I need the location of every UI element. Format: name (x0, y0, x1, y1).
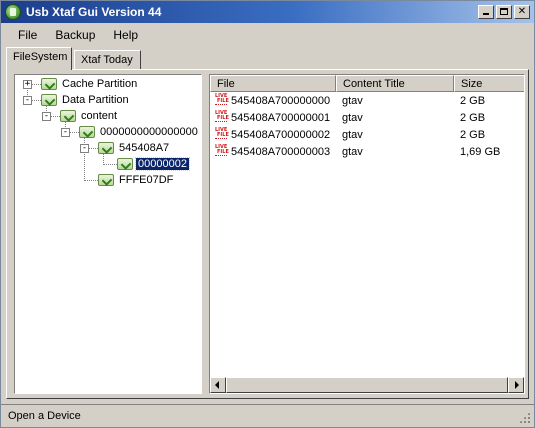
live-file-icon: LIVE FILE (214, 93, 230, 108)
scrollbar-thumb[interactable] (226, 377, 508, 393)
column-header-size[interactable]: Size (454, 75, 524, 92)
folder-icon (117, 158, 133, 170)
collapse-profile-folder[interactable]: - (61, 128, 70, 137)
file-cell: LIVE FILE 545408A700000000 (210, 93, 336, 108)
file-name: 545408A700000003 (231, 145, 331, 158)
arrow-right-icon (515, 381, 519, 389)
scroll-left-button[interactable] (210, 377, 226, 393)
tree-node-label: content (81, 110, 118, 122)
maximize-button[interactable] (496, 5, 512, 19)
file-name: 545408A700000001 (231, 111, 331, 124)
size-cell: 2 GB (460, 111, 486, 124)
file-row[interactable]: LIVE FILE 545408A700000002 gtav 2 GB (210, 126, 524, 143)
folder-icon (41, 78, 57, 90)
tree-node-0000000000000000[interactable]: 0000000000000000 (79, 124, 200, 140)
app-shield-icon[interactable] (5, 4, 21, 20)
tree-node-label: 545408A7 (119, 142, 170, 154)
tab-xtaf-today[interactable]: Xtaf Today (74, 50, 141, 69)
menu-bar: File Backup Help (1, 23, 534, 46)
resize-grip-icon[interactable] (519, 412, 530, 423)
live-file-icon: LIVE FILE (214, 110, 230, 125)
menu-help[interactable]: Help (104, 26, 147, 44)
file-row[interactable]: LIVE FILE 545408A700000000 gtav 2 GB (210, 92, 524, 109)
content-title-cell: gtav (342, 145, 363, 158)
minimize-button[interactable] (478, 5, 494, 19)
tree-node-data-partition[interactable]: Data Partition (41, 92, 131, 108)
tree-node-545408a7[interactable]: 545408A7 (98, 140, 171, 156)
folder-icon (98, 174, 114, 186)
close-icon: ✕ (517, 6, 527, 17)
minimize-icon (483, 13, 489, 15)
content-title-cell: gtav (342, 111, 363, 124)
list-header: File Content Title Size (210, 75, 524, 92)
column-header-content-title[interactable]: Content Title (336, 75, 454, 92)
maximize-icon (500, 8, 508, 15)
close-button[interactable]: ✕ (514, 5, 530, 19)
expand-cache-partition[interactable]: + (23, 80, 32, 89)
file-cell: LIVE FILE 545408A700000001 (210, 110, 336, 125)
collapse-title-folder[interactable]: - (80, 144, 89, 153)
window-title: Usb Xtaf Gui Version 44 (26, 5, 162, 19)
tree-node-label: Data Partition (62, 94, 129, 106)
horizontal-scrollbar[interactable] (210, 377, 524, 393)
tree-node-00000002[interactable]: 00000002 (117, 156, 190, 172)
app-window: Usb Xtaf Gui Version 44 ✕ File Backup He… (0, 0, 535, 428)
content-title-cell: gtav (342, 128, 363, 141)
file-list[interactable]: File Content Title Size LIVE FILE 545408A… (209, 74, 525, 394)
title-bar[interactable]: Usb Xtaf Gui Version 44 ✕ (1, 1, 534, 23)
menu-backup[interactable]: Backup (46, 26, 104, 44)
partition-tree[interactable]: + Cache Partition - Data Partition - con… (14, 74, 202, 394)
tree-node-label: Cache Partition (62, 78, 138, 90)
file-row[interactable]: LIVE FILE 545408A700000003 gtav 1,69 GB (210, 143, 524, 160)
folder-icon (98, 142, 114, 154)
live-file-icon: LIVE FILE (214, 144, 230, 159)
menu-file[interactable]: File (9, 26, 46, 44)
collapse-data-partition[interactable]: - (23, 96, 32, 105)
folder-icon (41, 94, 57, 106)
tree-node-label: FFFE07DF (119, 174, 174, 186)
status-text: Open a Device (8, 410, 81, 422)
file-name: 545408A700000000 (231, 94, 331, 107)
tree-node-label-selected: 00000002 (135, 157, 190, 171)
tree-node-content[interactable]: content (60, 108, 119, 124)
scroll-right-button[interactable] (508, 377, 524, 393)
size-cell: 1,69 GB (460, 145, 501, 158)
file-name: 545408A700000002 (231, 128, 331, 141)
tab-filesystem[interactable]: FileSystem (6, 47, 72, 70)
column-header-file[interactable]: File (210, 75, 336, 92)
tree-node-cache-partition[interactable]: Cache Partition (41, 76, 139, 92)
filesystem-panel: + Cache Partition - Data Partition - con… (6, 69, 529, 399)
arrow-left-icon (215, 381, 219, 389)
folder-icon (60, 110, 76, 122)
collapse-content[interactable]: - (42, 112, 51, 121)
tree-node-label: 0000000000000000 (100, 126, 198, 138)
file-cell: LIVE FILE 545408A700000002 (210, 127, 336, 142)
status-bar: Open a Device (1, 404, 534, 427)
file-row[interactable]: LIVE FILE 545408A700000001 gtav 2 GB (210, 109, 524, 126)
tree-node-fffe07df[interactable]: FFFE07DF (98, 172, 175, 188)
size-cell: 2 GB (460, 128, 486, 141)
tab-strip: FileSystem Xtaf Today (6, 47, 526, 70)
size-cell: 2 GB (460, 94, 486, 107)
file-cell: LIVE FILE 545408A700000003 (210, 144, 336, 159)
live-file-icon: LIVE FILE (214, 127, 230, 142)
folder-icon (79, 126, 95, 138)
content-title-cell: gtav (342, 94, 363, 107)
